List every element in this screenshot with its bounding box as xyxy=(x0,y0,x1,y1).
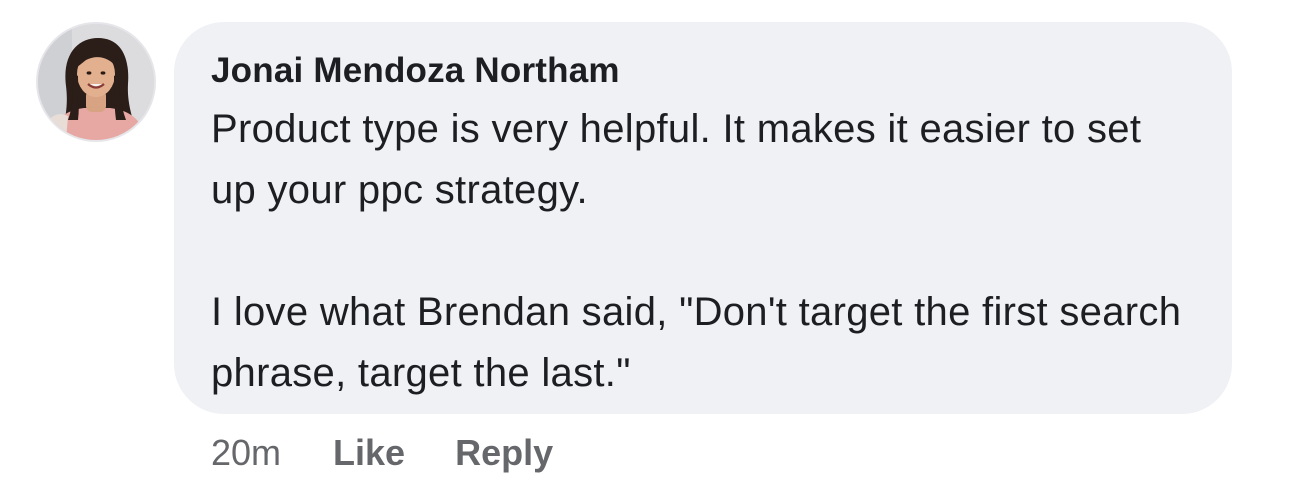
avatar[interactable] xyxy=(36,22,156,142)
comment-bubble: Jonai Mendoza Northam Product type is ve… xyxy=(174,22,1232,414)
comment-body: Product type is very helpful. It makes i… xyxy=(211,99,1196,404)
comment-actions: 20m Like Reply xyxy=(211,428,553,478)
comment-paragraph: I love what Brendan said, "Don't target … xyxy=(211,290,1182,395)
avatar-image xyxy=(38,24,154,140)
comment-author[interactable]: Jonai Mendoza Northam xyxy=(211,49,1196,93)
comment-timestamp[interactable]: 20m xyxy=(211,432,281,474)
comment-paragraph: Product type is very helpful. It makes i… xyxy=(211,107,1142,212)
like-button[interactable]: Like xyxy=(333,432,405,474)
reply-button[interactable]: Reply xyxy=(455,432,553,474)
comment: Jonai Mendoza Northam Product type is ve… xyxy=(0,0,1290,496)
